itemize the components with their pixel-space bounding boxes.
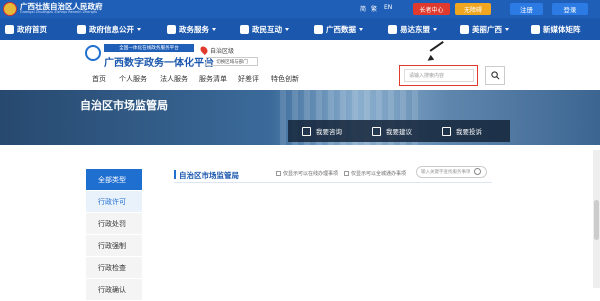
nav-label: 政民互动 bbox=[252, 24, 282, 34]
chevron-down-icon bbox=[359, 27, 363, 31]
annotation-arrow bbox=[429, 40, 444, 52]
complaint-button[interactable]: 我要投诉 bbox=[442, 120, 482, 142]
subnav-service-list[interactable]: 服务清单 bbox=[199, 74, 227, 84]
chevron-down-icon bbox=[285, 27, 289, 31]
subnav-legal-person[interactable]: 法人服务 bbox=[160, 74, 188, 84]
edit-icon bbox=[372, 126, 381, 136]
lang-english[interactable]: EN bbox=[384, 4, 392, 11]
action-label: 我要建议 bbox=[386, 128, 412, 136]
nav-label: 广西数据 bbox=[326, 24, 356, 34]
search-input[interactable]: 请输入搜索内容 bbox=[404, 69, 474, 82]
lang-simplified[interactable]: 简 bbox=[360, 4, 366, 13]
consult-button[interactable]: 我要咨询 bbox=[302, 120, 342, 142]
chevron-down-icon bbox=[505, 27, 509, 31]
elder-mode-label: 长者中心 bbox=[419, 6, 444, 14]
consult-icon bbox=[302, 126, 311, 136]
home-icon bbox=[5, 24, 14, 34]
menu-item-all[interactable]: 全部类型 bbox=[86, 169, 142, 191]
online-only-checkbox[interactable]: 仅显示可以在线办理事项 bbox=[276, 170, 338, 177]
checkbox-label: 仅显示可以全城通办事项 bbox=[351, 171, 407, 177]
checkbox-icon bbox=[344, 171, 349, 176]
nav-label: 易达东盟 bbox=[400, 24, 430, 34]
media-icon bbox=[531, 24, 540, 34]
nav-item-info-disclosure[interactable]: 政府信息公开 bbox=[77, 18, 141, 40]
section-title: 自治区市场监管局 bbox=[179, 171, 239, 180]
citywide-checkbox[interactable]: 仅显示可以全城通办事项 bbox=[344, 170, 406, 177]
scroll-thumb[interactable] bbox=[594, 200, 599, 240]
nav-item-gov-service[interactable]: 政务服务 bbox=[167, 18, 216, 40]
login-button[interactable]: 登录 bbox=[552, 3, 588, 15]
nav-item-interaction[interactable]: 政民互动 bbox=[240, 18, 289, 40]
menu-item-license[interactable]: 行政许可 bbox=[86, 191, 142, 213]
lang-traditional[interactable]: 繁 bbox=[371, 4, 377, 13]
region-label: 自治区级 bbox=[210, 48, 235, 55]
menu-item-penalty[interactable]: 行政处罚 bbox=[86, 213, 142, 235]
nav-label: 美丽广西 bbox=[472, 24, 502, 34]
platform-logo-icon[interactable] bbox=[85, 45, 101, 61]
chart-icon bbox=[314, 24, 323, 34]
menu-item-confirmation[interactable]: 行政确认 bbox=[86, 279, 142, 301]
annotation-arrow-head bbox=[425, 54, 435, 64]
chat-icon bbox=[240, 24, 249, 34]
platform-name[interactable]: 广西数字政务一体化平台 bbox=[104, 54, 214, 69]
emblem-icon bbox=[3, 2, 17, 16]
action-label: 我要投诉 bbox=[456, 128, 482, 136]
search-icon[interactable] bbox=[474, 168, 481, 175]
category-menu: 全部类型 行政许可 行政处罚 行政强制 行政检查 行政确认 bbox=[86, 169, 142, 301]
search-button[interactable] bbox=[485, 66, 505, 85]
subnav-innovation[interactable]: 特色创新 bbox=[271, 74, 299, 84]
gov-pinyin: Guangxi Zhuangzu Zizhiqu Renmin Zhengfu bbox=[20, 10, 98, 14]
menu-item-inspection[interactable]: 行政检查 bbox=[86, 257, 142, 279]
nav-item-data[interactable]: 广西数据 bbox=[314, 18, 363, 40]
chevron-down-icon bbox=[212, 27, 216, 31]
document-icon bbox=[77, 24, 86, 34]
service-icon bbox=[167, 24, 176, 34]
nav-label: 政府首页 bbox=[17, 24, 47, 34]
complaint-icon bbox=[442, 126, 451, 136]
globe-icon bbox=[388, 24, 397, 34]
subnav-personal[interactable]: 个人服务 bbox=[119, 74, 147, 84]
checkbox-icon bbox=[276, 171, 281, 176]
platform-banner: 全国一体化在线政务服务平台 bbox=[104, 44, 194, 52]
landscape-icon bbox=[460, 24, 469, 34]
subnav-rating[interactable]: 好差评 bbox=[238, 74, 259, 84]
chevron-down-icon bbox=[137, 27, 141, 31]
nav-item-new-media[interactable]: 新媒体矩阵 bbox=[531, 18, 581, 40]
accessible-label: 无障碍 bbox=[463, 6, 482, 14]
subnav-home[interactable]: 首页 bbox=[92, 74, 106, 84]
action-label: 我要咨询 bbox=[316, 128, 342, 136]
chevron-down-icon bbox=[433, 27, 437, 31]
section-divider bbox=[174, 182, 492, 183]
nav-item-asean[interactable]: 易达东盟 bbox=[388, 18, 437, 40]
suggest-button[interactable]: 我要建议 bbox=[372, 120, 412, 142]
section-marker bbox=[174, 170, 176, 179]
nav-item-gov-home[interactable]: 政府首页 bbox=[5, 18, 47, 40]
elder-mode-button[interactable]: 长者中心 bbox=[413, 3, 450, 15]
department-title: 自治区市场监管局 bbox=[80, 99, 168, 112]
nav-label: 新媒体矩阵 bbox=[543, 24, 581, 34]
region-switch-button[interactable]: 切换区域与部门 bbox=[206, 57, 258, 66]
search-icon bbox=[490, 71, 499, 80]
register-button[interactable]: 注册 bbox=[510, 3, 543, 15]
accessible-button[interactable]: 无障碍 bbox=[455, 3, 491, 15]
nav-label: 政务服务 bbox=[179, 24, 209, 34]
nav-item-beautiful-guangxi[interactable]: 美丽广西 bbox=[460, 18, 509, 40]
nav-label: 政府信息公开 bbox=[89, 24, 134, 34]
checkbox-label: 仅显示可以在线办理事项 bbox=[283, 171, 339, 177]
menu-item-enforcement[interactable]: 行政强制 bbox=[86, 235, 142, 257]
